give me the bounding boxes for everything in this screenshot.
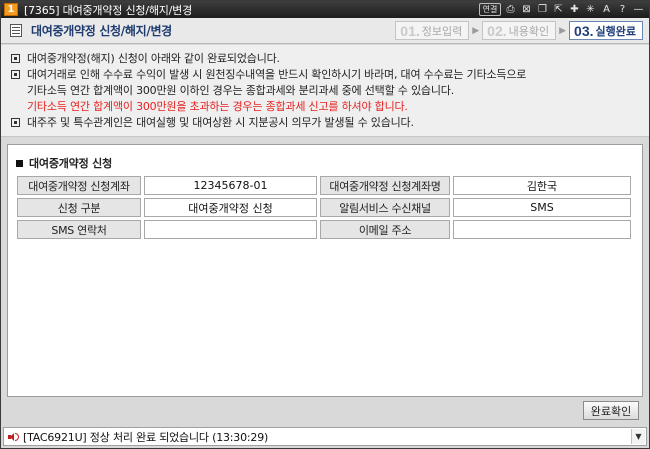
close-box-icon[interactable]: ⊠	[520, 3, 533, 16]
section-title: 대여중개약정 신청	[16, 155, 112, 171]
step-content-check: 02. 내용확인	[482, 21, 557, 40]
value-notification-channel: SMS	[453, 198, 631, 217]
step-arrow-icon: ▶	[559, 25, 567, 36]
app-window: 1 [7365] 대여중개약정 신청/해지/변경 연결 ⎙ ⊠ ❐ ⇱ ✚ ✳ …	[0, 0, 650, 449]
notice-line: 기타소득 연간 합계액이 300만원 이하인 경우는 종합과세와 분리과세 중에…	[11, 83, 639, 99]
info-table: 대여중개약정 신청계좌 12345678-01 대여중개약정 신청계좌명 김한국…	[17, 176, 634, 242]
label-request-account-name: 대여중개약정 신청계좌명	[320, 176, 450, 195]
step-number: 02.	[487, 22, 507, 39]
section-bullet-icon	[16, 159, 23, 167]
bullet-icon	[11, 70, 20, 79]
step-number: 01.	[400, 22, 420, 39]
result-panel: 대여중개약정 신청 대여중개약정 신청계좌 12345678-01 대여중개약정…	[7, 144, 643, 397]
titlebar-toolbar: 연결 ⎙ ⊠ ❐ ⇱ ✚ ✳ A ? —	[479, 3, 649, 16]
label-notification-channel: 알림서비스 수신채널	[320, 198, 450, 217]
value-request-type: 대여중개약정 신청	[144, 198, 317, 217]
label-sms-contact: SMS 연락처	[17, 220, 141, 239]
step-info-input: 01. 정보입력	[395, 21, 470, 40]
window-title: [7365] 대여중개약정 신청/해지/변경	[24, 3, 193, 17]
print-icon[interactable]: ⎙	[504, 3, 517, 16]
step-label: 내용확인	[508, 24, 550, 38]
value-email-address	[453, 220, 631, 239]
table-row: 대여중개약정 신청계좌 12345678-01 대여중개약정 신청계좌명 김한국	[17, 176, 634, 195]
notice-line: 대주주 및 특수관계인은 대여실행 및 대여상환 시 지분공시 의무가 발생될 …	[11, 115, 639, 131]
font-icon[interactable]: A	[600, 3, 613, 16]
step-arrow-icon: ▶	[472, 25, 480, 36]
notice-warning-text: 기타소득 연간 합계액이 300만원을 초과하는 경우는 종합과세 신고를 하셔…	[27, 100, 408, 113]
bullet-icon	[11, 118, 20, 127]
settings-icon[interactable]: ✳	[584, 3, 597, 16]
copy-icon[interactable]: ❐	[536, 3, 549, 16]
notice-text: 대주주 및 특수관계인은 대여실행 및 대여상환 시 지분공시 의무가 발생될 …	[27, 116, 414, 129]
page-header: 대여중개약정 신청/해지/변경 01. 정보입력 ▶ 02. 내용확인 ▶ 03…	[1, 18, 649, 44]
confirm-complete-button[interactable]: 완료확인	[583, 401, 639, 420]
step-number: 03.	[574, 22, 594, 39]
step-execution-complete: 03. 실행완료	[569, 21, 643, 40]
label-request-type: 신청 구분	[17, 198, 141, 217]
label-email-address: 이메일 주소	[320, 220, 450, 239]
value-request-account: 12345678-01	[144, 176, 317, 195]
status-bar: [TAC6921U] 정상 처리 완료 되었습니다 (13:30:29) ▼	[3, 427, 647, 446]
value-sms-contact	[144, 220, 317, 239]
table-row: SMS 연락처 이메일 주소	[17, 220, 634, 239]
notice-warning-line: 기타소득 연간 합계액이 300만원을 초과하는 경우는 종합과세 신고를 하셔…	[11, 99, 639, 115]
notice-text: 대여거래로 인해 수수료 수익이 발생 시 원천징수내역을 반드시 확인하시기 …	[27, 68, 527, 81]
bullet-icon	[11, 54, 20, 63]
table-row: 신청 구분 대여중개약정 신청 알림서비스 수신채널 SMS	[17, 198, 634, 217]
speaker-icon[interactable]	[7, 431, 19, 443]
minimize-icon[interactable]: —	[632, 3, 645, 16]
notice-text: 기타소득 연간 합계액이 300만원 이하인 경우는 종합과세와 분리과세 중에…	[27, 84, 454, 97]
step-label: 실행완료	[595, 24, 636, 38]
notice-box: 대여중개약정(해지) 신청이 아래와 같이 완료되었습니다. 대여거래로 인해 …	[1, 45, 649, 137]
notice-line: 대여거래로 인해 수수료 수익이 발생 시 원천징수내역을 반드시 확인하시기 …	[11, 67, 639, 83]
window-number-badge: 1	[4, 3, 18, 16]
step-indicator: 01. 정보입력 ▶ 02. 내용확인 ▶ 03. 실행완료	[395, 21, 643, 40]
title-bar: 1 [7365] 대여중개약정 신청/해지/변경 연결 ⎙ ⊠ ❐ ⇱ ✚ ✳ …	[1, 1, 649, 18]
notice-text: 대여중개약정(해지) 신청이 아래와 같이 완료되었습니다.	[27, 52, 280, 65]
value-request-account-name: 김한국	[453, 176, 631, 195]
popout-icon[interactable]: ⇱	[552, 3, 565, 16]
section-title-text: 대여중개약정 신청	[29, 157, 112, 170]
page-title: 대여중개약정 신청/해지/변경	[31, 24, 172, 38]
step-label: 정보입력	[421, 24, 463, 38]
status-dropdown-button[interactable]: ▼	[631, 429, 645, 444]
pin-icon[interactable]: ✚	[568, 3, 581, 16]
notice-line: 대여중개약정(해지) 신청이 아래와 같이 완료되었습니다.	[11, 51, 639, 67]
document-icon	[10, 24, 22, 37]
link-icon[interactable]: 연결	[479, 3, 501, 16]
label-request-account: 대여중개약정 신청계좌	[17, 176, 141, 195]
status-message: [TAC6921U] 정상 처리 완료 되었습니다 (13:30:29)	[23, 430, 269, 444]
help-icon[interactable]: ?	[616, 3, 629, 16]
